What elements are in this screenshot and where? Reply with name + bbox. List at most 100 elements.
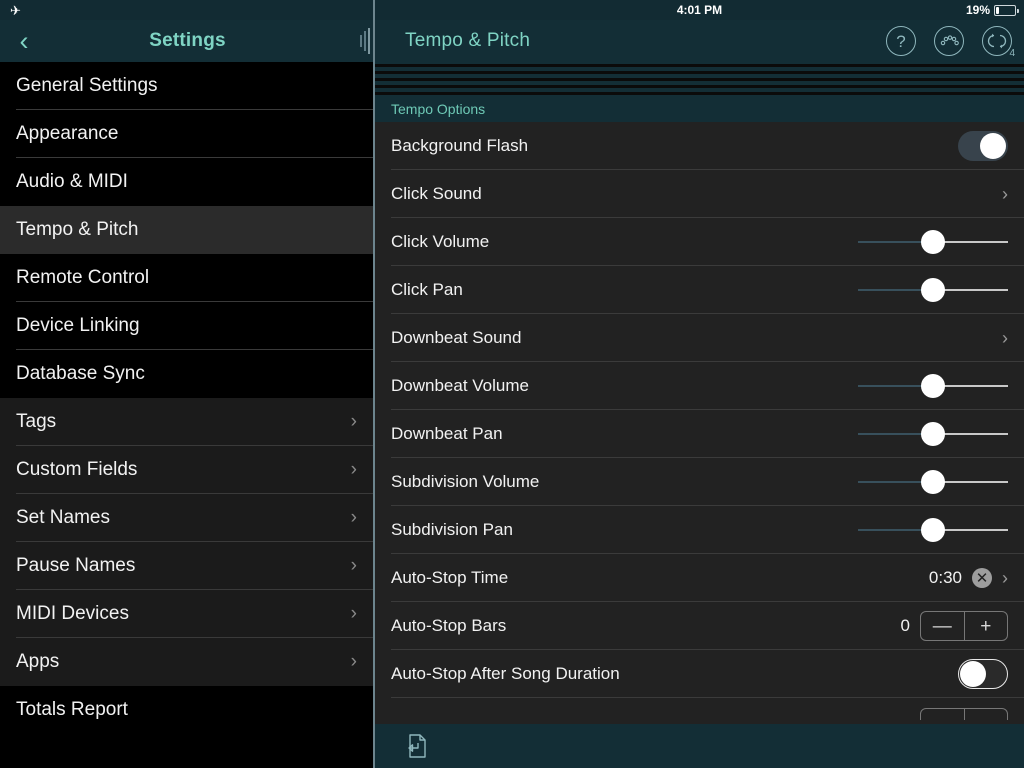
row-control [958,659,1008,689]
grip-bar [364,31,366,51]
auto-stop-bars-stepper[interactable]: — + [920,611,1008,641]
battery-percent-label: 19% [965,3,990,17]
row-control: › [1002,328,1008,349]
slider-knob[interactable] [921,278,945,302]
downbeat-pan-slider[interactable] [858,419,1008,449]
row-downbeat-pan[interactable]: Downbeat Pan [375,410,1024,458]
sidebar-item-custom-fields[interactable]: Custom Fields › [0,446,375,494]
detail-panel: 4:01 PM 19% Tempo & Pitch ? 4 Tempo Opti… [375,0,1024,768]
row-partially-visible[interactable] [375,698,1024,720]
row-downbeat-volume[interactable]: Downbeat Volume [375,362,1024,410]
downbeat-volume-slider[interactable] [858,371,1008,401]
sidebar-title: Settings [149,30,226,51]
sidebar-item-label: Pause Names [16,555,136,576]
sidebar-item-label: Apps [16,651,60,672]
battery-fill [996,6,1000,14]
row-click-volume[interactable]: Click Volume [375,218,1024,266]
slider-knob[interactable] [921,518,945,542]
sidebar-item-label: Totals Report [16,699,128,720]
sidebar-item-device-linking[interactable]: Device Linking [0,302,375,350]
sidebar-item-database-sync[interactable]: Database Sync [0,350,375,398]
sidebar-item-totals-report[interactable]: Totals Report [0,686,375,724]
row-background-flash[interactable]: Background Flash [375,122,1024,170]
sidebar-item-appearance[interactable]: Appearance [0,110,375,158]
click-pan-slider[interactable] [858,275,1008,305]
split-view-resize-handle[interactable] [355,20,375,62]
row-label: Click Sound [391,184,482,203]
stepper-decrement-button[interactable] [921,709,965,720]
row-subdivision-pan[interactable]: Subdivision Pan [375,506,1024,554]
sidebar-item-pause-names[interactable]: Pause Names › [0,542,375,590]
row-label: Click Pan [391,280,463,299]
slider-knob[interactable] [921,422,945,446]
stepper-decrement-button[interactable]: — [921,612,965,640]
status-time: 4:01 PM [676,3,723,17]
help-button[interactable]: ? [886,26,916,56]
stripe [375,64,1024,67]
metronome-button[interactable] [934,26,964,56]
grip-bar [360,35,362,47]
row-label: Subdivision Volume [391,472,540,491]
slider-track-filled [858,385,923,387]
sidebar-item-audio-midi[interactable]: Audio & MIDI [0,158,375,206]
sidebar-item-general-settings[interactable]: General Settings [0,62,375,110]
row-control: 0 — + [901,611,1008,641]
chevron-right-icon: › [1002,183,1008,204]
row-downbeat-sound[interactable]: Downbeat Sound › [375,314,1024,362]
sidebar-item-remote-control[interactable]: Remote Control [0,254,375,302]
sidebar-item-label: MIDI Devices [16,603,129,624]
subdivision-volume-slider[interactable] [858,467,1008,497]
click-volume-slider[interactable] [858,227,1008,257]
slider-track-remaining [943,433,1008,435]
sidebar-item-tempo-pitch[interactable]: Tempo & Pitch [0,206,375,254]
status-bar: 4:01 PM 19% [375,0,1024,20]
background-flash-toggle[interactable] [958,131,1008,161]
sidebar-item-midi-devices[interactable]: MIDI Devices › [0,590,375,638]
row-label: Auto-Stop Time [391,568,509,587]
sidebar-footer [0,724,375,768]
stepper-increment-button[interactable]: + [965,612,1008,640]
row-control: › [1002,184,1008,205]
chevron-right-icon: › [350,411,357,432]
question-mark-icon: ? [896,31,906,51]
row-label: Downbeat Pan [391,424,503,443]
slider-track-remaining [943,241,1008,243]
slider-knob[interactable] [921,374,945,398]
loop-count-badge: 4 [1009,48,1015,59]
slider-knob[interactable] [921,230,945,254]
loop-button[interactable]: 4 [982,26,1015,59]
sidebar-item-set-names[interactable]: Set Names › [0,494,375,542]
slider-track-filled [858,241,923,243]
battery-icon [994,4,1019,16]
row-control [858,227,1008,257]
sidebar-item-apps[interactable]: Apps › [0,638,375,686]
auto-stop-after-song-duration-toggle[interactable] [958,659,1008,689]
chevron-right-icon: › [350,459,357,480]
row-subdivision-volume[interactable]: Subdivision Volume [375,458,1024,506]
sidebar-item-tags[interactable]: Tags › [0,398,375,446]
sidebar-item-label: Appearance [16,123,119,144]
stepper-increment-button[interactable] [965,709,1008,720]
row-click-pan[interactable]: Click Pan [375,266,1024,314]
stripe [375,71,1024,74]
row-click-sound[interactable]: Click Sound › [375,170,1024,218]
row-label: Downbeat Volume [391,376,529,395]
subdivision-pan-slider[interactable] [858,515,1008,545]
slider-track-filled [858,481,923,483]
row-auto-stop-bars[interactable]: Auto-Stop Bars 0 — + [375,602,1024,650]
row-label: Auto-Stop After Song Duration [391,664,620,683]
clear-icon[interactable]: ✕ [972,568,992,588]
row-auto-stop-time[interactable]: Auto-Stop Time 0:30 ✕ › [375,554,1024,602]
row-label: Downbeat Sound [391,328,522,347]
stripe [375,92,1024,95]
row-control [858,371,1008,401]
stepper[interactable] [920,708,1008,720]
sidebar-item-label: Tempo & Pitch [16,219,139,240]
slider-knob[interactable] [921,470,945,494]
settings-menu-list[interactable]: General Settings Appearance Audio & MIDI… [0,62,375,724]
row-control [920,708,1008,720]
row-auto-stop-after-song-duration[interactable]: Auto-Stop After Song Duration [375,650,1024,698]
document-back-button[interactable] [403,732,429,760]
settings-rows-list[interactable]: Background Flash Click Sound › Click Vol… [375,122,1024,724]
grip-bar [368,28,370,54]
